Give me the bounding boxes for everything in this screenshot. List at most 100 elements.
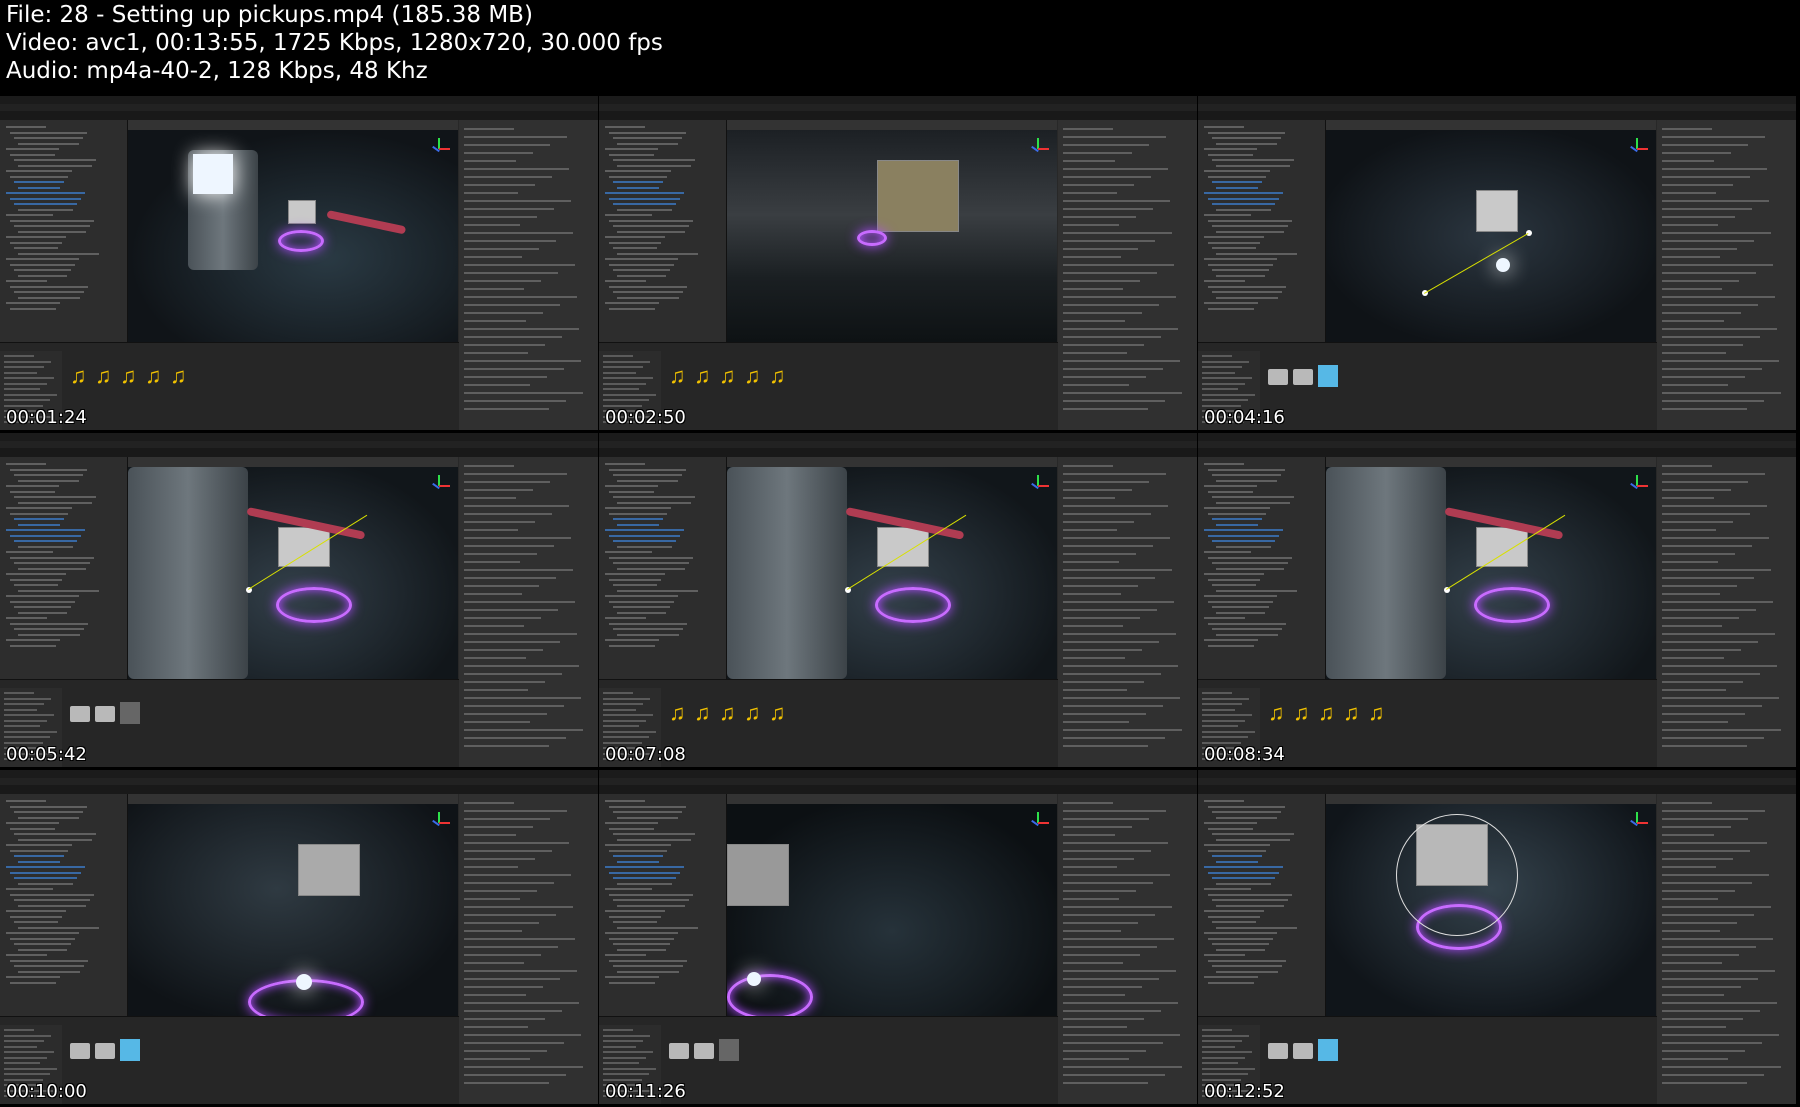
audio-clip-icon: ♫ xyxy=(1368,700,1385,725)
hierarchy-row xyxy=(1216,860,1258,863)
project-tree-row xyxy=(1202,1029,1232,1031)
hierarchy-row xyxy=(6,954,47,956)
hierarchy-row xyxy=(1216,948,1265,951)
inspector-row xyxy=(464,826,533,828)
audio-clip-icon: ♫ xyxy=(145,363,162,388)
hierarchy-row xyxy=(18,611,67,614)
scene-gizmo-icon xyxy=(1027,138,1049,160)
hierarchy-row xyxy=(14,628,84,630)
inspector-row xyxy=(1063,1002,1178,1004)
inspector-row xyxy=(1063,296,1176,298)
inspector-row xyxy=(1662,216,1735,218)
inspector-row xyxy=(1063,561,1119,563)
hierarchy-row xyxy=(617,230,685,233)
project-tree-row xyxy=(4,393,57,396)
hierarchy-row xyxy=(1208,805,1285,808)
inspector-row xyxy=(1063,545,1153,547)
hierarchy-row xyxy=(18,296,80,299)
inspector-row xyxy=(1662,673,1760,675)
hierarchy-row xyxy=(617,523,659,526)
hierarchy-row xyxy=(1204,126,1244,128)
hierarchy-row xyxy=(609,827,654,830)
hierarchy-panel xyxy=(1198,457,1326,679)
project-tree-row xyxy=(603,692,633,694)
hierarchy-row xyxy=(14,496,96,498)
scene-gizmo-icon xyxy=(428,812,450,834)
inspector-row xyxy=(1063,1042,1163,1044)
hierarchy-row xyxy=(1216,274,1265,277)
hierarchy-row xyxy=(613,203,676,205)
hierarchy-row xyxy=(18,252,99,255)
hierarchy-panel xyxy=(1198,120,1326,342)
hierarchy-row xyxy=(14,943,71,945)
inspector-row xyxy=(1063,601,1174,603)
inspector-row xyxy=(1063,1074,1165,1076)
hierarchy-row xyxy=(10,241,62,244)
inspector-row xyxy=(1662,721,1728,723)
hierarchy-row xyxy=(1212,496,1294,498)
hierarchy-row xyxy=(6,148,59,150)
hierarchy-row xyxy=(617,816,678,819)
inspector-row xyxy=(1662,818,1748,820)
hierarchy-row xyxy=(1204,529,1283,531)
hierarchy-row xyxy=(1216,252,1297,255)
project-tree-row xyxy=(603,371,636,374)
project-tree-row xyxy=(603,1067,656,1070)
inspector-row xyxy=(464,577,556,579)
project-tree-row xyxy=(4,388,40,390)
hierarchy-row xyxy=(609,578,661,581)
project-tree-row xyxy=(603,377,653,379)
project-tree-row xyxy=(4,1034,51,1037)
hierarchy-row xyxy=(14,181,64,183)
hierarchy-row xyxy=(605,529,684,531)
inspector-row xyxy=(464,970,577,972)
hierarchy-row xyxy=(18,633,80,636)
project-tree-row xyxy=(1202,1073,1248,1075)
project-tree-row xyxy=(4,366,44,368)
inspector-row xyxy=(464,922,539,924)
audio-clip-icon: ♫ xyxy=(70,363,87,388)
hierarchy-row xyxy=(14,833,96,835)
crate xyxy=(1476,190,1518,232)
editor-titlebar xyxy=(0,433,598,441)
gizmo-x-axis xyxy=(1038,822,1049,824)
editor-menubar xyxy=(0,778,598,785)
audio-clip-icon: ♫ xyxy=(95,363,112,388)
video-thumbnail: 00:12:52 xyxy=(1198,770,1796,1104)
inspector-row xyxy=(1063,200,1170,202)
hierarchy-row xyxy=(1208,468,1285,471)
inspector-row xyxy=(464,721,530,723)
project-tree-row xyxy=(4,730,57,733)
inspector-row xyxy=(1662,304,1758,306)
inspector-row xyxy=(1662,176,1750,178)
hierarchy-row xyxy=(1212,269,1269,271)
inspector-row xyxy=(1662,360,1779,362)
inspector-row xyxy=(1662,657,1724,659)
folder-icon xyxy=(1293,369,1313,385)
inspector-row xyxy=(1662,400,1764,402)
hierarchy-row xyxy=(1212,203,1275,205)
inspector-row xyxy=(1063,529,1117,531)
gizmo-x-axis xyxy=(1038,148,1049,150)
inspector-row xyxy=(464,368,564,370)
inspector-row xyxy=(1063,633,1176,635)
project-tree-row xyxy=(603,355,633,357)
folder-icon xyxy=(95,1043,115,1059)
scene-gizmo-icon xyxy=(1626,138,1648,160)
hierarchy-row xyxy=(6,507,72,509)
inspector-row xyxy=(1662,312,1741,314)
inspector-row xyxy=(1662,593,1720,595)
audio-clip-icon: ♫ xyxy=(769,700,786,725)
scene-tabbar xyxy=(727,457,1057,467)
inspector-row xyxy=(464,192,518,194)
inspector-row xyxy=(1662,585,1737,587)
hierarchy-row xyxy=(14,540,77,542)
audio-clip-icon: ♫ xyxy=(1268,700,1285,725)
inspector-row xyxy=(1063,689,1127,691)
inspector-row xyxy=(464,304,560,306)
hierarchy-row xyxy=(1208,600,1273,603)
project-tree-row xyxy=(4,736,50,738)
project-tree-row xyxy=(603,1040,643,1042)
hierarchy-row xyxy=(1216,142,1277,145)
project-tree-row xyxy=(1202,1056,1245,1059)
